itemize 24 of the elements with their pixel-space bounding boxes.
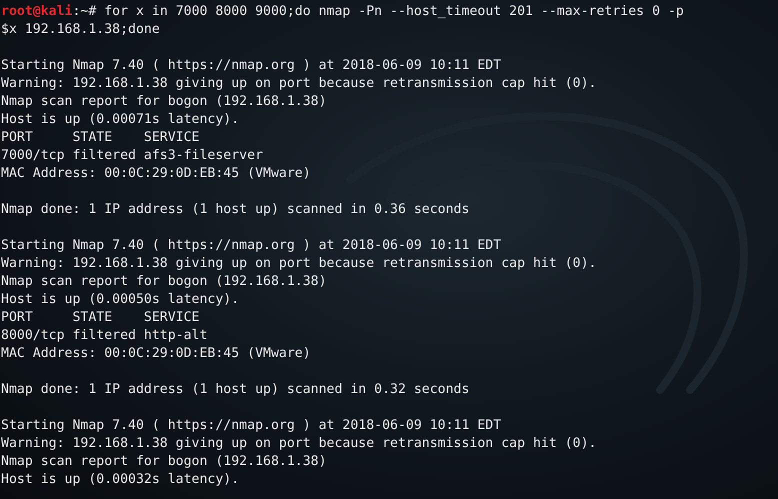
output-line: Warning: 192.168.1.38 giving up on port because retransmission cap hit (0). — [1, 435, 596, 453]
output-line: Nmap done: 1 IP address (1 host up) scanned in 0.32 seconds — [1, 381, 470, 399]
output-line: 7000/tcp filtered afs3-fileserver — [1, 147, 264, 165]
output-line: Nmap done: 1 IP address (1 host up) scanned in 0.36 seconds — [1, 201, 470, 219]
output-line: Nmap scan report for bogon (192.168.1.38) — [1, 453, 327, 471]
output-line: 8000/tcp filtered http-alt — [1, 327, 208, 345]
output-line: Warning: 192.168.1.38 giving up on port because retransmission cap hit (0). — [1, 255, 596, 273]
output-line: Starting Nmap 7.40 ( https://nmap.org ) at 2018-06-09 10:11 EDT — [1, 57, 502, 75]
output-line: Host is up (0.00071s latency). — [1, 111, 240, 129]
output-line: Host is up (0.00050s latency). — [1, 291, 240, 309]
output-line: PORT STATE SERVICE — [1, 129, 200, 147]
output-line: Warning: 192.168.1.38 giving up on port because retransmission cap hit (0). — [1, 75, 596, 93]
prompt-user: root@kali — [1, 3, 72, 21]
output-line: Host is up (0.00032s latency). — [1, 471, 240, 489]
output-line: MAC Address: 00:0C:29:0D:EB:45 (VMware) — [1, 345, 311, 363]
output-line: MAC Address: 00:0C:29:0D:EB:45 (VMware) — [1, 165, 311, 183]
output-line: PORT STATE SERVICE — [1, 309, 200, 327]
prompt-path: :~# — [72, 3, 96, 21]
output-line: Starting Nmap 7.40 ( https://nmap.org ) at 2018-06-09 10:11 EDT — [1, 237, 502, 255]
output-line: Nmap scan report for bogon (192.168.1.38) — [1, 93, 327, 111]
output-line: $x 192.168.1.38;done — [1, 21, 160, 39]
command-text: for x in 7000 8000 9000;do nmap -Pn --host_timeout 201 --max-retries 0 -p — [103, 3, 684, 21]
output-line: Nmap scan report for bogon (192.168.1.38) — [1, 273, 327, 291]
output-line: Starting Nmap 7.40 ( https://nmap.org ) at 2018-06-09 10:11 EDT — [1, 417, 502, 435]
